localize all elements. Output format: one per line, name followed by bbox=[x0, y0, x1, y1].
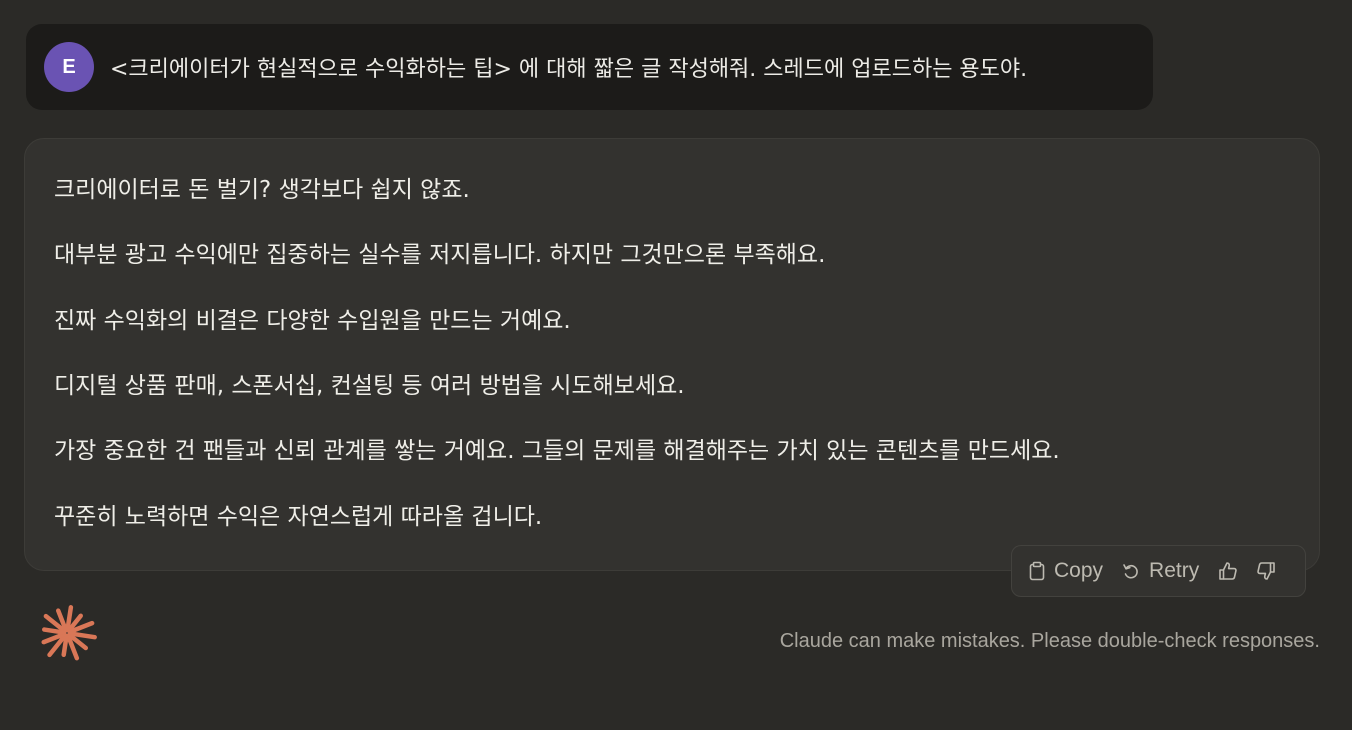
response-paragraph: 디지털 상품 판매, 스폰서십, 컨설팅 등 여러 방법을 시도해보세요. bbox=[54, 373, 685, 399]
retry-label: Retry bbox=[1149, 559, 1200, 582]
response-paragraph: 꾸준히 노력하면 수익은 자연스럽게 따라올 겁니다. bbox=[54, 504, 543, 530]
response-paragraph: 가장 중요한 건 팬들과 신뢰 관계를 쌓는 거예요. 그들의 문제를 해결해주… bbox=[54, 438, 1060, 464]
user-message: E <크리에이터가 현실적으로 수익화하는 팁> 에 대해 짧은 글 작성해줘.… bbox=[26, 24, 1153, 110]
thumbs-down-button[interactable] bbox=[1255, 560, 1277, 582]
response-paragraph: 대부분 광고 수익에만 집중하는 실수를 저지릅니다. 하지만 그것만으론 부족… bbox=[54, 242, 826, 268]
claude-logo-icon bbox=[36, 603, 98, 663]
copy-button[interactable]: Copy bbox=[1028, 559, 1103, 583]
thumbs-down-icon bbox=[1255, 560, 1277, 582]
user-avatar: E bbox=[44, 42, 94, 92]
response-paragraph: 크리에이터로 돈 벌기? 생각보다 쉽지 않죠. bbox=[54, 177, 470, 203]
assistant-response: 크리에이터로 돈 벌기? 생각보다 쉽지 않죠. 대부분 광고 수익에만 집중하… bbox=[24, 138, 1320, 571]
retry-icon bbox=[1121, 561, 1141, 581]
disclaimer-text: Claude can make mistakes. Please double-… bbox=[779, 630, 1320, 652]
retry-button[interactable]: Retry bbox=[1121, 559, 1199, 583]
copy-label: Copy bbox=[1054, 559, 1104, 582]
thumbs-up-icon bbox=[1217, 560, 1239, 582]
response-paragraph: 진짜 수익화의 비결은 다양한 수입원을 만드는 거예요. bbox=[54, 308, 571, 334]
clipboard-icon bbox=[1028, 561, 1046, 581]
user-message-text: <크리에이터가 현실적으로 수익화하는 팁> 에 대해 짧은 글 작성해줘. 스… bbox=[110, 57, 1028, 82]
thumbs-up-button[interactable] bbox=[1217, 560, 1239, 582]
message-actions: Copy Retry bbox=[1011, 545, 1306, 597]
